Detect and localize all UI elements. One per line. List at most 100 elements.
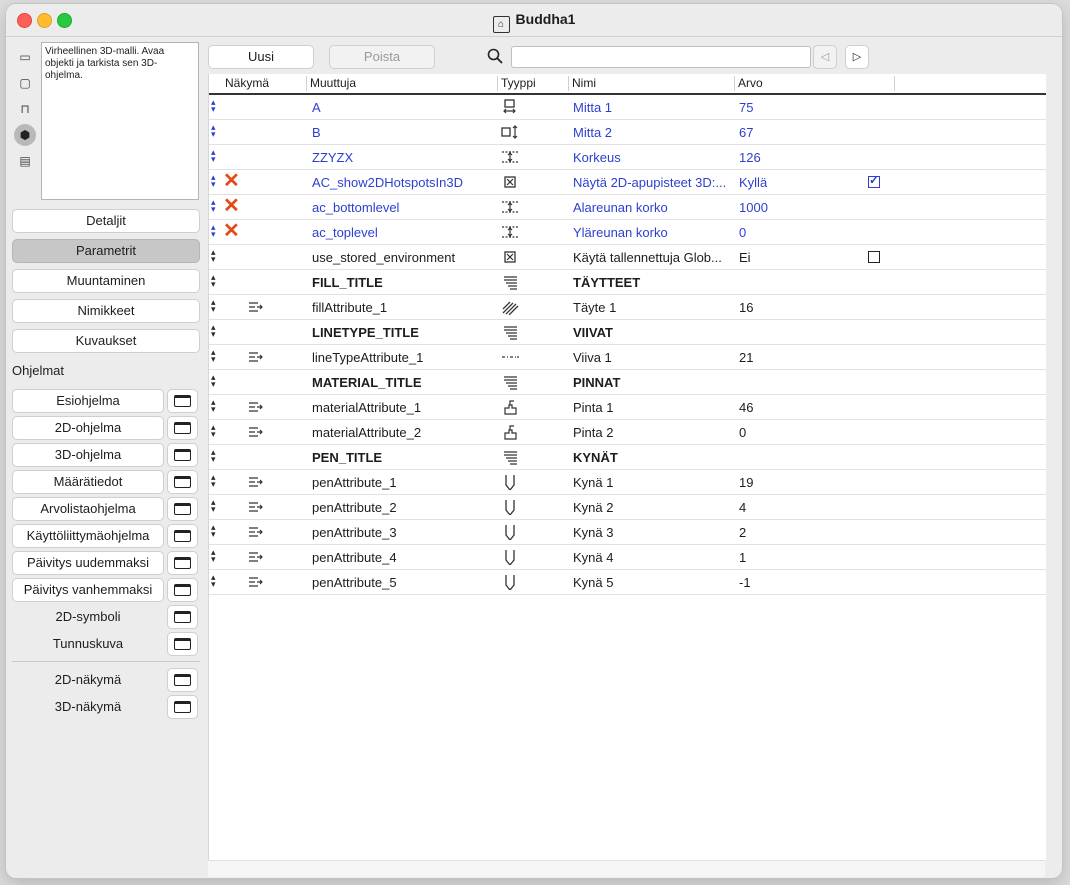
variable-cell[interactable]: penAttribute_2 [312,500,496,515]
reorder-handle-icon[interactable]: ▴ ▾ [211,323,216,339]
table-row[interactable]: ▴ ▾ penAttribute_5 Kynä 5 -1 [209,570,1046,595]
program-button-programs-3[interactable]: Määrätiedot [12,470,164,494]
square-icon[interactable]: ▢ [14,72,36,94]
variable-cell[interactable]: fillAttribute_1 [312,300,496,315]
child-indent-icon[interactable] [247,399,263,415]
variable-cell[interactable]: FILL_TITLE [312,275,496,290]
title-icon[interactable] [501,449,519,465]
length-x-icon[interactable] [501,99,519,115]
hidden-x-icon[interactable]: ✕ [223,221,240,241]
next-arrow-button[interactable]: ▷ [845,45,869,69]
variable-cell[interactable]: MATERIAL_TITLE [312,375,496,390]
column-header-value[interactable]: Arvo [735,76,895,91]
name-cell[interactable]: Kynä 1 [573,475,733,490]
description-box[interactable]: Virheellinen 3D-malli. Avaa objekti ja t… [41,42,199,200]
name-cell[interactable]: Kynä 2 [573,500,733,515]
title-icon[interactable] [501,324,519,340]
new-parameter-button[interactable]: Uusi [208,45,314,69]
length-icon[interactable] [501,149,519,165]
name-cell[interactable]: Kynä 5 [573,575,733,590]
material-icon[interactable] [501,424,519,440]
table-row[interactable]: ▴ ▾ ✕ AC_show2DHotspotsIn3D Näytä 2D-apupist… [209,170,1046,195]
variable-cell[interactable]: penAttribute_5 [312,575,496,590]
film-icon[interactable]: ▤ [14,150,36,172]
name-cell[interactable]: Korkeus [573,150,733,165]
child-indent-icon[interactable] [247,574,263,590]
column-header-variable[interactable]: Muuttuja [307,76,498,91]
nav-button-2[interactable]: Muuntaminen [12,269,200,293]
value-checkbox[interactable] [868,173,880,188]
reorder-handle-icon[interactable]: ▴ ▾ [211,173,216,189]
reorder-handle-icon[interactable]: ▴ ▾ [211,148,216,164]
child-indent-icon[interactable] [247,299,263,315]
value-cell[interactable]: 1000 [739,200,859,215]
variable-cell[interactable]: LINETYPE_TITLE [312,325,496,340]
program-button-views-1[interactable]: 3D-näkymä [12,695,164,719]
table-row[interactable]: ▴ ▾ LINETYPE_TITLE VIIVAT [209,320,1046,345]
open-window-button[interactable] [167,497,198,521]
length-icon[interactable] [501,199,519,215]
program-button-programs-0[interactable]: Esiohjelma [12,389,164,413]
child-indent-icon[interactable] [247,349,263,365]
name-cell[interactable]: Näytä 2D-apupisteet 3D:... [573,175,733,190]
name-cell[interactable]: Täyte 1 [573,300,733,315]
length-y-icon[interactable] [501,124,519,140]
value-cell[interactable]: 19 [739,475,859,490]
table-row[interactable]: ▴ ▾ materialAttribute_2 Pinta 2 0 [209,420,1046,445]
program-button-views-0[interactable]: 2D-näkymä [12,668,164,692]
table-row[interactable]: ▴ ▾ penAttribute_1 Kynä 1 19 [209,470,1046,495]
3d-cube-icon[interactable]: ⬢ [14,124,36,146]
variable-cell[interactable]: penAttribute_1 [312,475,496,490]
value-cell[interactable]: 4 [739,500,859,515]
program-button-programs-2[interactable]: 3D-ohjelma [12,443,164,467]
value-cell[interactable]: Ei [739,250,859,265]
open-window-button[interactable] [167,668,198,692]
reorder-handle-icon[interactable]: ▴ ▾ [211,498,216,514]
pen-icon[interactable] [501,549,519,565]
program-button-extra_programs-1[interactable]: Tunnuskuva [12,632,164,656]
program-button-programs-4[interactable]: Arvolistaohjelma [12,497,164,521]
table-row[interactable]: ▴ ▾ ✕ ac_toplevel Yläreunan korko 0 [209,220,1046,245]
elevation-icon[interactable]: ⊓ [14,98,36,120]
child-indent-icon[interactable] [247,524,263,540]
table-row[interactable]: ▴ ▾ penAttribute_3 Kynä 3 2 [209,520,1046,545]
column-header-view[interactable]: Näkymä [222,76,307,91]
pen-icon[interactable] [501,574,519,590]
value-cell[interactable]: 0 [739,425,859,440]
variable-cell[interactable]: PEN_TITLE [312,450,496,465]
value-cell[interactable]: 1 [739,550,859,565]
open-window-button[interactable] [167,389,198,413]
fill-icon[interactable] [501,299,519,315]
hidden-x-icon[interactable]: ✕ [223,196,240,216]
reorder-handle-icon[interactable]: ▴ ▾ [211,248,216,264]
boolean-icon[interactable] [501,249,519,265]
variable-cell[interactable]: materialAttribute_1 [312,400,496,415]
value-cell[interactable]: 75 [739,100,859,115]
variable-cell[interactable]: ac_bottomlevel [312,200,496,215]
name-cell[interactable]: Mitta 2 [573,125,733,140]
value-cell[interactable]: 16 [739,300,859,315]
table-row[interactable]: ▴ ▾ B Mitta 2 67 [209,120,1046,145]
program-button-programs-7[interactable]: Päivitys vanhemmaksi [12,578,164,602]
reorder-handle-icon[interactable]: ▴ ▾ [211,348,216,364]
value-cell[interactable]: 0 [739,225,859,240]
delete-parameter-button[interactable]: Poista [329,45,435,69]
value-cell[interactable]: 126 [739,150,859,165]
table-row[interactable]: ▴ ▾ use_stored_environment Käytä tallennett… [209,245,1046,270]
hidden-x-icon[interactable]: ✕ [223,171,240,191]
column-header-name[interactable]: Nimi [569,76,735,91]
nav-button-0[interactable]: Detaljit [12,209,200,233]
reorder-handle-icon[interactable]: ▴ ▾ [211,573,216,589]
reorder-handle-icon[interactable]: ▴ ▾ [211,398,216,414]
open-window-button[interactable] [167,470,198,494]
open-window-button[interactable] [167,551,198,575]
pen-icon[interactable] [501,474,519,490]
title-icon[interactable] [501,374,519,390]
nav-button-1[interactable]: Parametrit [12,239,200,263]
title-icon[interactable] [501,274,519,290]
material-icon[interactable] [501,399,519,415]
name-cell[interactable]: KYNÄT [573,450,733,465]
reorder-handle-icon[interactable]: ▴ ▾ [211,198,216,214]
open-window-button[interactable] [167,524,198,548]
name-cell[interactable]: Pinta 1 [573,400,733,415]
